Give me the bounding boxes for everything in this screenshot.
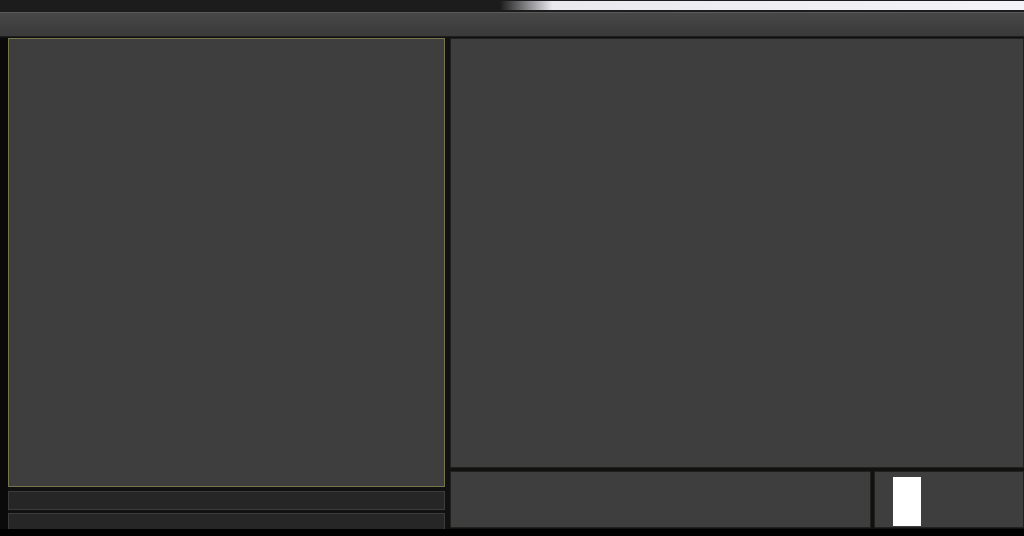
audition-window bbox=[0, 0, 1024, 536]
dock-tab-row-1 bbox=[8, 491, 445, 510]
editor-panel bbox=[8, 38, 445, 487]
dock-tab-row-2 bbox=[8, 513, 445, 530]
levels-panel bbox=[450, 471, 871, 528]
bottom-black-bar bbox=[0, 529, 1024, 536]
mixer-panel bbox=[450, 38, 1024, 468]
video-artifact-strip bbox=[500, 1, 1024, 10]
overlay-white-box bbox=[893, 477, 921, 526]
main-toolbar bbox=[0, 12, 1024, 37]
window-left-edge bbox=[0, 38, 8, 536]
